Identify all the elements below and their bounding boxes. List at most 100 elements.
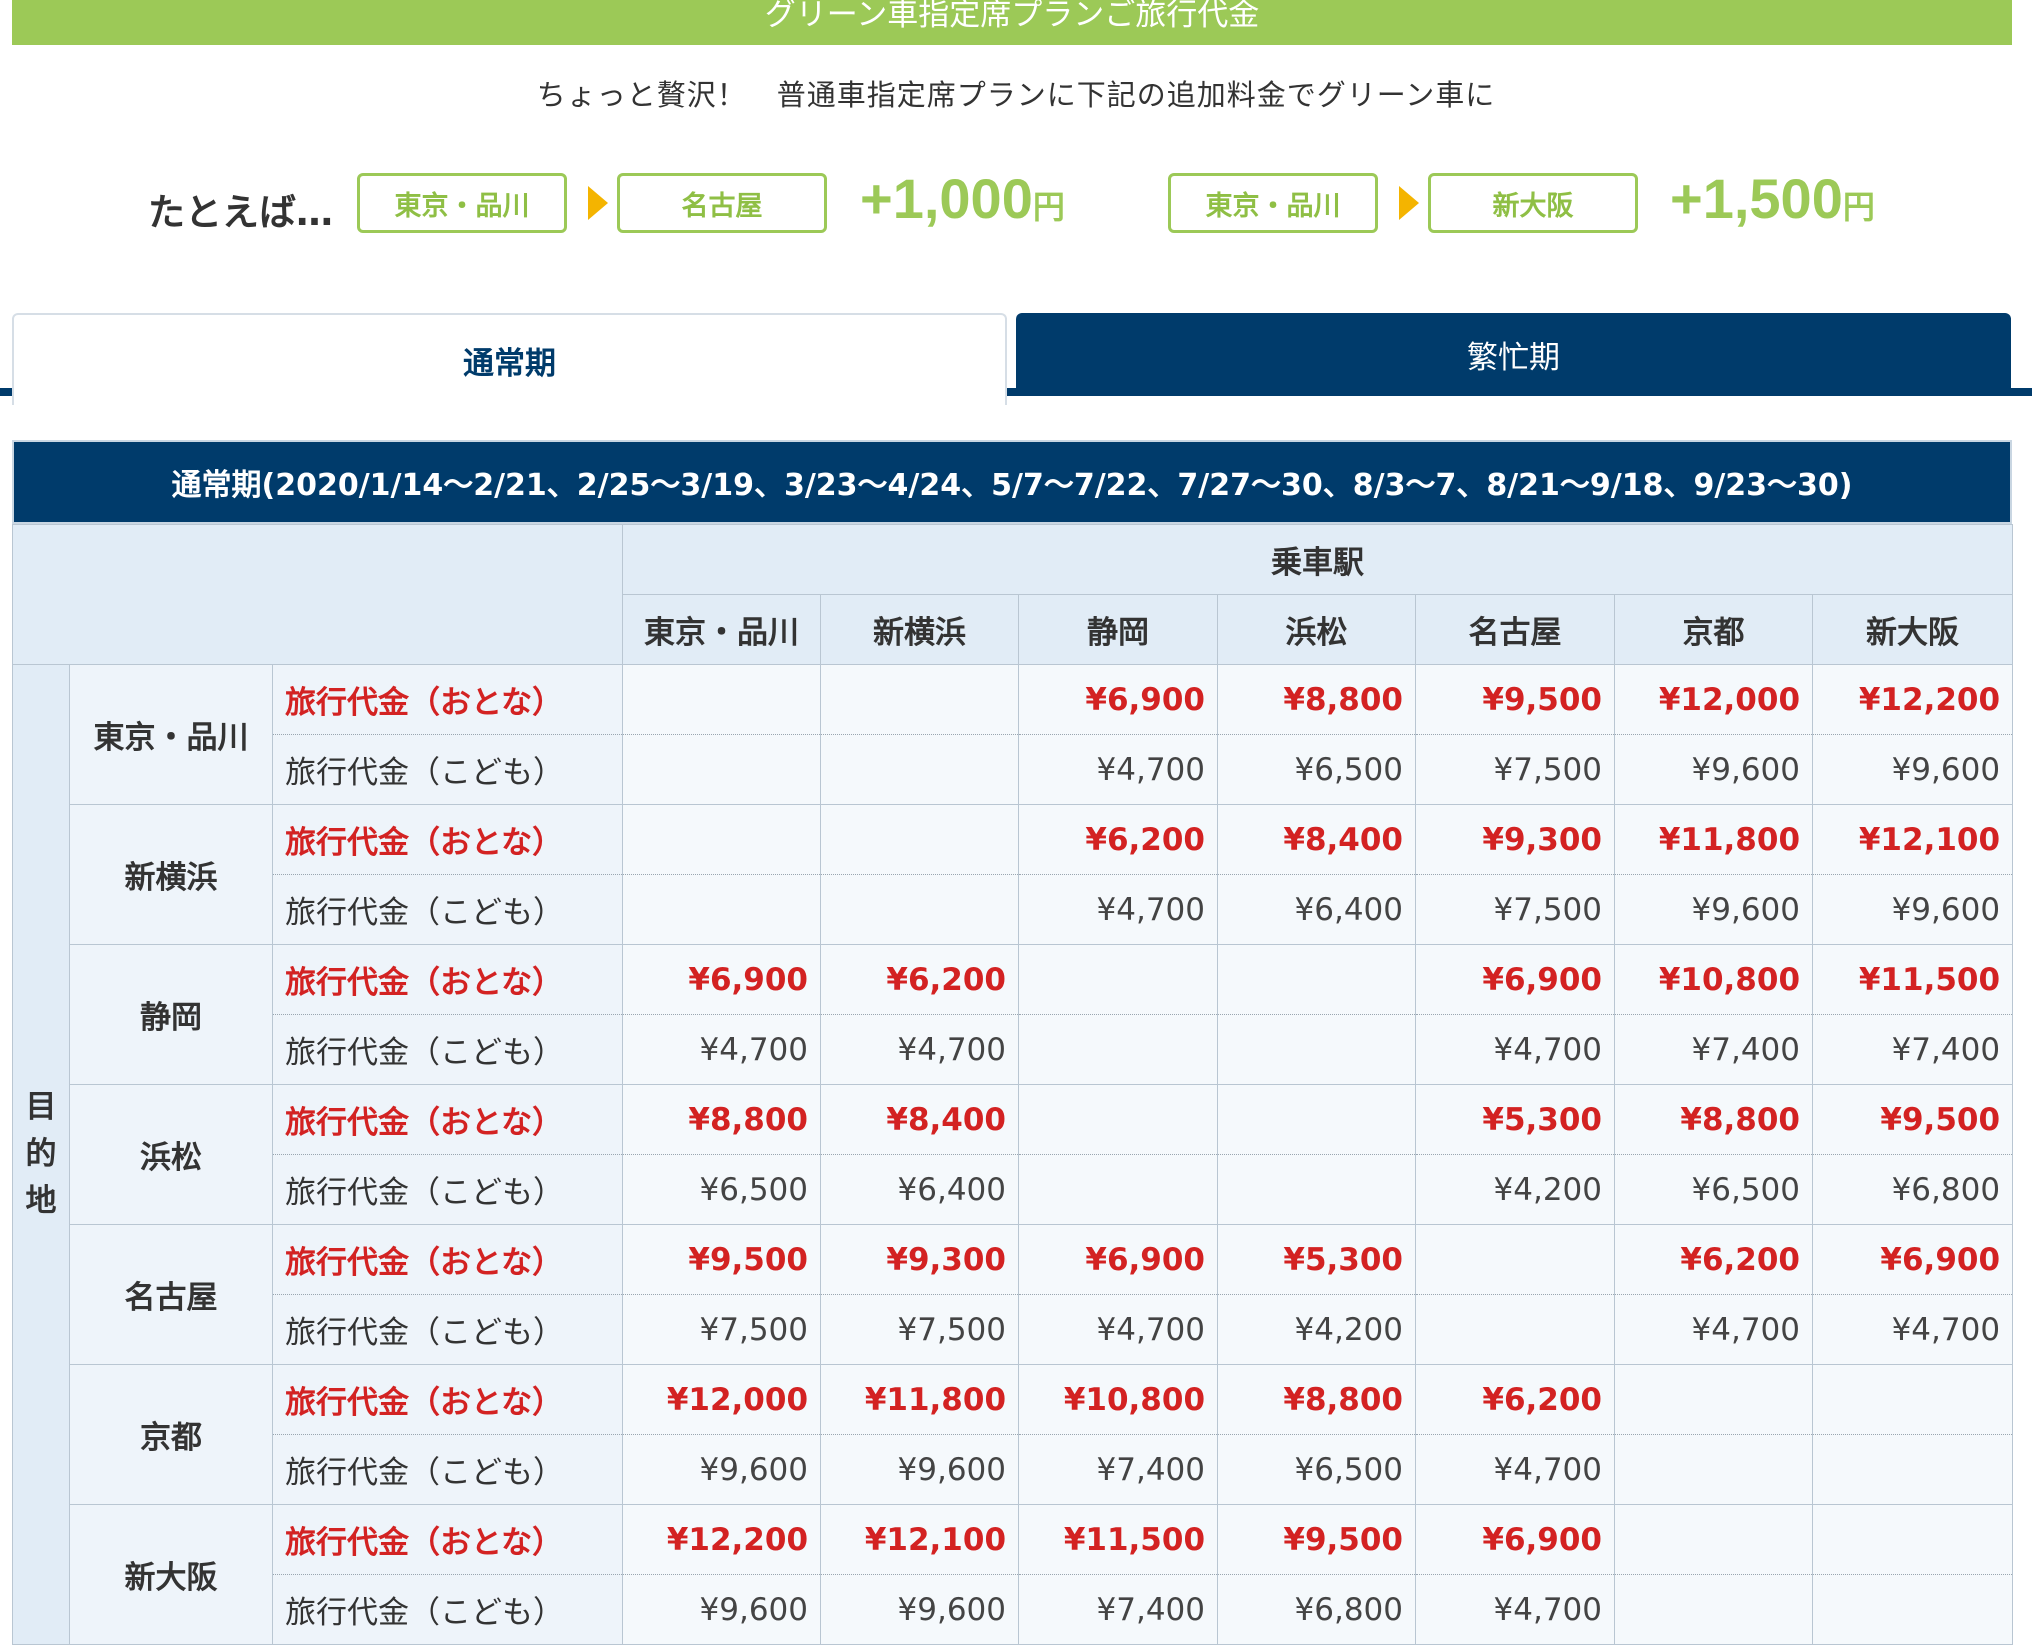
adult-fare-cell: ¥9,500 xyxy=(1415,664,1616,735)
adult-fare-label: 旅行代金（おとな） xyxy=(271,1364,624,1435)
child-fare-cell: ¥6,400 xyxy=(1217,874,1417,945)
example-to-station: 新大阪 xyxy=(1428,173,1638,233)
adult-fare-cell xyxy=(1614,1364,1814,1435)
child-fare-cell: ¥4,700 xyxy=(1415,1574,1616,1645)
child-fare-cell: ¥6,400 xyxy=(820,1154,1020,1225)
child-fare-cell: ¥9,600 xyxy=(622,1574,822,1645)
tab-normal-period[interactable]: 通常期 xyxy=(12,313,1007,405)
adult-fare-cell: ¥12,000 xyxy=(1614,664,1814,735)
child-fare-cell: ¥7,400 xyxy=(1018,1434,1219,1505)
column-header: 浜松 xyxy=(1217,594,1417,665)
child-fare-cell xyxy=(820,874,1020,945)
adult-fare-cell xyxy=(1217,944,1417,1015)
child-fare-cell xyxy=(1217,1014,1417,1085)
arrow-right-icon xyxy=(1399,186,1419,220)
child-fare-cell: ¥6,800 xyxy=(1812,1154,2014,1225)
adult-fare-cell: ¥12,100 xyxy=(1812,804,2014,875)
fare-grid: 乗車駅 東京・品川 新横浜 静岡 浜松 名古屋 京都 新大阪 目的地東京・品川 旅行代金（おと… xyxy=(11,524,2014,1645)
table-row: 浜松 旅行代金（おとな） ¥8,800 ¥8,400 ¥5,300 ¥8,800 ¥9,50… xyxy=(13,1084,2014,1225)
table-row: 旅行代金（こども） ¥9,600 ¥9,600 ¥7,400 ¥6,800 ¥4,700 xyxy=(13,1574,2014,1645)
child-fare-cell: ¥4,700 xyxy=(622,1014,822,1085)
tab-label: 通常期 xyxy=(463,345,556,382)
child-fare-cell: ¥9,600 xyxy=(622,1434,822,1505)
example-from-station: 東京・品川 xyxy=(357,173,567,233)
adult-fare-cell: ¥6,200 xyxy=(820,944,1020,1015)
adult-fare-cell: ¥12,000 xyxy=(622,1364,822,1435)
destination-station: 静岡 xyxy=(69,944,273,1085)
adult-fare-label: 旅行代金（おとな） xyxy=(271,1084,624,1155)
destination-char: 的 xyxy=(25,1136,57,1172)
adult-fare-cell xyxy=(1812,1504,2014,1575)
adult-fare-cell: ¥6,900 xyxy=(622,944,822,1015)
example-price-value: +1,500 xyxy=(1670,167,1843,230)
child-fare-cell: ¥9,600 xyxy=(1812,874,2014,945)
example-price: +1,500円 xyxy=(1670,166,1875,231)
adult-fare-cell xyxy=(820,664,1020,735)
plan-banner: グリーン車指定席プランご旅行代金 xyxy=(12,0,2012,45)
destination-char: 地 xyxy=(25,1183,57,1219)
adult-fare-cell: ¥8,800 xyxy=(622,1084,822,1155)
table-row: 京都 旅行代金（おとな） ¥12,000 ¥11,800 ¥10,800 ¥8,800 ¥6… xyxy=(13,1364,2014,1505)
child-fare-cell: ¥6,500 xyxy=(622,1154,822,1225)
adult-fare-cell: ¥8,400 xyxy=(1217,804,1417,875)
example-price: +1,000円 xyxy=(860,166,1065,231)
child-fare-cell: ¥4,700 xyxy=(1415,1434,1616,1505)
destination-station: 浜松 xyxy=(69,1084,273,1225)
example-price-unit: 円 xyxy=(1032,189,1065,225)
destination-station: 新横浜 xyxy=(69,804,273,945)
adult-fare-cell: ¥11,500 xyxy=(1018,1504,1219,1575)
adult-fare-cell: ¥11,800 xyxy=(1614,804,1814,875)
table-row: 新大阪 旅行代金（おとな） ¥12,200 ¥12,100 ¥11,500 ¥9,500 ¥… xyxy=(13,1504,2014,1645)
fare-table: 通常期(2020/1/14〜2/21、2/25〜3/19、3/23〜4/24、5… xyxy=(11,440,2014,1645)
adult-fare-cell xyxy=(1217,1084,1417,1155)
child-fare-label: 旅行代金（こども） xyxy=(271,1574,624,1645)
adult-fare-cell: ¥6,900 xyxy=(1018,664,1219,735)
tab-busy-period[interactable]: 繁忙期 xyxy=(1016,313,2011,396)
child-fare-cell xyxy=(1415,1294,1616,1365)
child-fare-cell: ¥9,600 xyxy=(1614,874,1814,945)
child-fare-cell: ¥9,600 xyxy=(820,1574,1020,1645)
column-header: 東京・品川 xyxy=(622,594,822,665)
adult-fare-label: 旅行代金（おとな） xyxy=(271,944,624,1015)
child-fare-cell: ¥4,700 xyxy=(1812,1294,2014,1365)
column-header: 静岡 xyxy=(1018,594,1219,665)
child-fare-cell xyxy=(1217,1154,1417,1225)
table-row: 静岡 旅行代金（おとな） ¥6,900 ¥6,200 ¥6,900 ¥10,800 ¥11,… xyxy=(13,944,2014,1085)
child-fare-cell: ¥7,400 xyxy=(1812,1014,2014,1085)
child-fare-cell: ¥6,500 xyxy=(1614,1154,1814,1225)
child-fare-cell xyxy=(622,874,822,945)
adult-fare-label: 旅行代金（おとな） xyxy=(271,664,624,735)
adult-fare-cell xyxy=(1614,1504,1814,1575)
column-header: 名古屋 xyxy=(1415,594,1616,665)
child-fare-cell: ¥9,600 xyxy=(820,1434,1020,1505)
child-fare-cell xyxy=(1614,1574,1814,1645)
child-fare-cell xyxy=(1018,1014,1219,1085)
adult-fare-cell: ¥6,900 xyxy=(1415,944,1616,1015)
table-row: 旅行代金（こども） ¥9,600 ¥9,600 ¥7,400 ¥6,500 ¥4,700 xyxy=(13,1434,2014,1505)
example-to-station: 名古屋 xyxy=(617,173,827,233)
child-fare-cell: ¥4,200 xyxy=(1217,1294,1417,1365)
child-fare-cell: ¥9,600 xyxy=(1614,734,1814,805)
arrow-right-icon xyxy=(588,186,608,220)
destination-station: 京都 xyxy=(69,1364,273,1505)
child-fare-cell: ¥7,500 xyxy=(622,1294,822,1365)
child-fare-cell: ¥6,500 xyxy=(1217,734,1417,805)
child-fare-label: 旅行代金（こども） xyxy=(271,1294,624,1365)
table-row: 旅行代金（こども） ¥7,500 ¥7,500 ¥4,700 ¥4,200 ¥4,700 ¥… xyxy=(13,1294,2014,1365)
boarding-station-header: 乗車駅 xyxy=(622,524,2014,595)
table-row: 旅行代金（こども） ¥6,500 ¥6,400 ¥4,200 ¥6,500 ¥6,800 xyxy=(13,1154,2014,1225)
example-row: たとえば… 東京・品川 名古屋 +1,000円 東京・品川 新大阪 +1,500… xyxy=(0,167,2032,240)
adult-fare-cell: ¥11,800 xyxy=(820,1364,1020,1435)
table-row: 旅行代金（こども） ¥4,700 ¥4,700 ¥4,700 ¥7,400 ¥7,400 xyxy=(13,1014,2014,1085)
child-fare-cell: ¥7,400 xyxy=(1018,1574,1219,1645)
example-price-value: +1,000 xyxy=(860,167,1033,230)
destination-header: 目的地 xyxy=(12,664,70,1645)
plan-banner-title: グリーン車指定席プランご旅行代金 xyxy=(764,0,1260,33)
example-from-station: 東京・品川 xyxy=(1168,173,1378,233)
child-fare-cell xyxy=(1614,1434,1814,1505)
child-fare-cell: ¥6,500 xyxy=(1217,1434,1417,1505)
child-fare-cell: ¥7,400 xyxy=(1614,1014,1814,1085)
adult-fare-cell: ¥9,500 xyxy=(622,1224,822,1295)
adult-fare-cell xyxy=(1812,1364,2014,1435)
table-row: 旅行代金（こども） ¥4,700 ¥6,500 ¥7,500 ¥9,600 ¥9,600 xyxy=(13,734,2014,805)
